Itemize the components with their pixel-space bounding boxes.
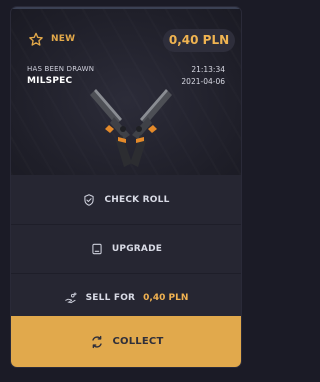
weapon-image: [90, 89, 172, 167]
sell-button[interactable]: SELL FOR 0,40 PLN: [11, 273, 241, 322]
item-card: NEW 0,40 PLN HAS BEEN DRAWN MILSPEC 21:1…: [11, 7, 241, 367]
check-roll-button[interactable]: CHECK ROLL: [11, 175, 241, 224]
upgrade-label: UPGRADE: [111, 244, 163, 254]
shield-check-icon: [84, 193, 95, 206]
check-roll-label: CHECK ROLL: [104, 194, 170, 205]
collect-label: COLLECT: [112, 336, 164, 347]
star-icon: [29, 32, 43, 46]
new-badge: NEW: [51, 34, 76, 44]
refresh-arrows-icon: [91, 335, 102, 348]
drop-time: 21:13:34: [191, 65, 225, 74]
item-price-pill: 0,40 PLN: [163, 29, 235, 52]
upgrade-button[interactable]: UPGRADE: [11, 224, 241, 273]
drawn-status: HAS BEEN DRAWN: [27, 65, 95, 73]
sell-price: 0,40 PLN: [143, 293, 189, 303]
sell-label: SELL FOR: [85, 293, 136, 303]
rarity-label: MILSPEC: [27, 76, 73, 86]
drop-date: 2021-04-06: [181, 77, 225, 86]
collect-button[interactable]: COLLECT: [11, 316, 241, 367]
upgrade-icon: [92, 243, 102, 255]
item-actions: CHECK ROLL UPGRADE SELL FOR 0,40 PLN: [11, 175, 241, 322]
item-hero: NEW 0,40 PLN HAS BEEN DRAWN MILSPEC 21:1…: [11, 9, 241, 175]
hand-coins-icon: [64, 292, 77, 304]
